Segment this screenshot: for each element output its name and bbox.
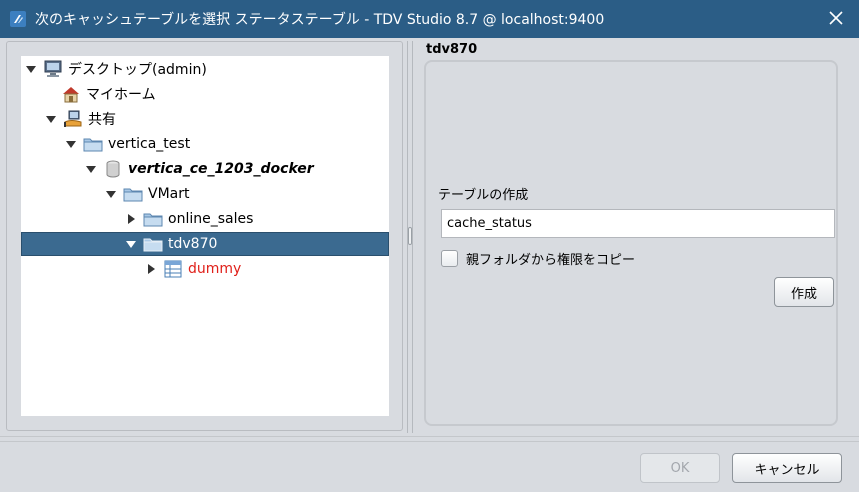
window-title: 次のキャッシュテーブルを選択 ステータステーブル - TDV Studio 8.… [35, 12, 605, 28]
dialog-footer: OK キャンセル [0, 436, 859, 492]
tree-item-vmart[interactable]: VMart [21, 183, 389, 205]
folder-icon [83, 135, 103, 153]
table-name-input[interactable] [441, 209, 835, 238]
tdv-app-icon [10, 11, 26, 27]
splitter-grip[interactable] [408, 227, 412, 245]
expanded-arrow-icon[interactable] [25, 63, 37, 75]
expanded-arrow-icon[interactable] [125, 238, 137, 250]
tree-item-my-home[interactable]: マイホーム [21, 83, 389, 105]
tree-item-label: 共有 [88, 112, 116, 128]
create-table-label: テーブルの作成 [438, 188, 529, 203]
copy-permissions-option[interactable]: 親フォルダから権限をコピー [441, 249, 635, 268]
folder-icon [143, 210, 163, 228]
tree-item-label: vertica_test [108, 136, 191, 152]
tree-item-datasource[interactable]: vertica_ce_1203_docker [21, 158, 389, 180]
expanded-arrow-icon[interactable] [105, 188, 117, 200]
expanded-arrow-icon[interactable] [45, 113, 57, 125]
tree-item-label: VMart [148, 186, 190, 202]
resource-tree[interactable]: デスクトップ(admin) マイホーム 共有 vertica_test vert… [21, 56, 389, 416]
dialog-body: デスクトップ(admin) マイホーム 共有 vertica_test vert… [0, 38, 859, 436]
expanded-arrow-icon[interactable] [65, 138, 77, 150]
database-icon [103, 160, 123, 178]
tree-item-shared[interactable]: 共有 [21, 108, 389, 130]
collapsed-arrow-icon[interactable] [125, 213, 137, 225]
create-button[interactable]: 作成 [774, 277, 834, 307]
splitter-line [412, 41, 413, 433]
detail-panel [424, 60, 838, 426]
cancel-button[interactable]: キャンセル [732, 453, 842, 483]
tree-item-label: デスクトップ(admin) [68, 62, 207, 78]
selected-folder-header: tdv870 [426, 42, 478, 57]
table-icon [163, 260, 183, 278]
tree-item-label: tdv870 [168, 236, 218, 252]
tree-item-tdv870[interactable]: tdv870 [21, 232, 389, 256]
tree-item-label: online_sales [168, 211, 254, 227]
footer-separator [0, 441, 859, 442]
ok-button[interactable]: OK [640, 453, 720, 483]
tree-item-online-sales[interactable]: online_sales [21, 208, 389, 230]
tree-item-label: vertica_ce_1203_docker [128, 161, 314, 177]
folder-icon [143, 235, 163, 253]
copy-permissions-label: 親フォルダから権限をコピー [466, 253, 636, 268]
copy-permissions-checkbox[interactable] [441, 250, 458, 267]
folder-icon [123, 185, 143, 203]
tree-item-desktop[interactable]: デスクトップ(admin) [21, 58, 389, 80]
tree-panel: デスクトップ(admin) マイホーム 共有 vertica_test vert… [6, 41, 403, 431]
tree-item-dummy[interactable]: dummy [21, 258, 389, 280]
tree-item-label: dummy [188, 261, 242, 277]
title-bar: 次のキャッシュテーブルを選択 ステータステーブル - TDV Studio 8.… [0, 0, 859, 38]
tree-item-label: マイホーム [86, 87, 156, 103]
collapsed-arrow-icon[interactable] [145, 263, 157, 275]
panel-splitter[interactable] [405, 41, 415, 433]
expanded-arrow-icon[interactable] [85, 163, 97, 175]
home-icon [61, 85, 81, 103]
close-icon[interactable] [827, 9, 845, 27]
tree-item-vertica-test[interactable]: vertica_test [21, 133, 389, 155]
desktop-icon [43, 60, 63, 78]
shared-icon [63, 110, 83, 128]
